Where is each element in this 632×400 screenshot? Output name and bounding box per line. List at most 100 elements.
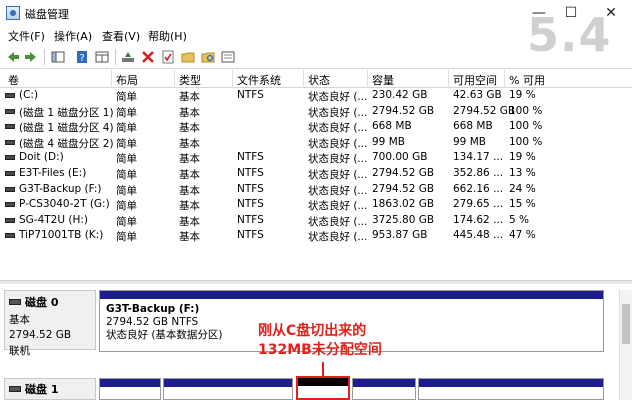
disk-1-partition[interactable] — [163, 378, 293, 400]
table-row[interactable]: SG-4T2U (H:) 简单 基本 NTFS 状态良好 (... 3725.8… — [0, 213, 632, 229]
column-header-layout[interactable]: 布局 — [116, 72, 138, 88]
column-divider[interactable] — [232, 70, 233, 88]
cell-volume: Doit (D:) — [19, 151, 64, 164]
volume-icon — [5, 139, 15, 145]
column-header-percent-free[interactable]: % 可用 — [509, 72, 545, 88]
settings-panel-icon[interactable] — [220, 49, 236, 65]
menu-file[interactable]: 文件(F) — [8, 28, 45, 44]
cell-percent-free: 5 % — [509, 213, 529, 226]
folder-icon[interactable] — [180, 49, 196, 65]
column-header-filesystem[interactable]: 文件系统 — [237, 72, 281, 88]
volume-icon — [5, 155, 15, 161]
list-view-icon[interactable] — [94, 49, 110, 65]
column-divider[interactable] — [303, 70, 304, 88]
column-divider[interactable] — [448, 70, 449, 88]
table-row[interactable]: (磁盘 4 磁盘分区 2) 简单 基本 状态良好 (... 99 MB 99 M… — [0, 135, 632, 151]
disk-1-label[interactable]: 磁盘 1 基本 — [4, 378, 96, 400]
table-row[interactable]: P-CS3040-2T (G:) 简单 基本 NTFS 状态良好 (... 18… — [0, 197, 632, 213]
menu-action[interactable]: 操作(A) — [54, 28, 92, 44]
table-row[interactable]: (C:) 简单 基本 NTFS 状态良好 (... 230.42 GB 42.6… — [0, 88, 632, 104]
cell-capacity: 700.00 GB — [372, 151, 428, 164]
cell-type: 基本 — [179, 122, 200, 135]
connect-drive-icon[interactable] — [120, 49, 136, 65]
column-divider[interactable] — [367, 70, 368, 88]
disk-1-partition[interactable] — [418, 378, 604, 400]
disk-0-type: 基本 — [9, 314, 30, 326]
cell-volume: SG-4T2U (H:) — [19, 213, 89, 226]
cell-status: 状态良好 (... — [308, 122, 368, 135]
column-divider[interactable] — [174, 70, 175, 88]
cell-type: 基本 — [179, 215, 200, 228]
table-row[interactable]: TiP71001TB (K:) 简单 基本 NTFS 状态良好 (... 953… — [0, 228, 632, 244]
column-header-free-space[interactable]: 可用空间 — [453, 72, 497, 88]
cell-layout: 简单 — [116, 153, 137, 166]
properties-icon[interactable]: ? — [74, 49, 90, 65]
volume-icon — [5, 93, 15, 98]
cell-layout: 简单 — [116, 169, 137, 181]
cell-layout: 简单 — [116, 106, 137, 119]
column-header-capacity[interactable]: 容量 — [372, 72, 394, 88]
cell-capacity: 953.87 GB — [372, 229, 428, 242]
cell-type: 基本 — [179, 91, 200, 103]
cell-type: 基本 — [179, 231, 200, 244]
volume-list: (C:) 简单 基本 NTFS 状态良好 (... 230.42 GB 42.6… — [0, 88, 632, 243]
table-row[interactable]: G3T-Backup (F:) 简单 基本 NTFS 状态良好 (... 279… — [0, 182, 632, 198]
disk-0-label[interactable]: 磁盘 0 基本 2794.52 GB 联机 — [4, 290, 96, 357]
column-header-volume[interactable]: 卷 — [8, 72, 19, 88]
window-title: 磁盘管理 — [25, 8, 69, 21]
cell-volume: (磁盘 4 磁盘分区 2) — [19, 137, 114, 150]
cell-free-space: 352.86 ... — [453, 167, 504, 179]
cell-volume: (磁盘 1 磁盘分区 1) — [19, 106, 114, 119]
cell-free-space: 279.65 ... — [453, 198, 504, 211]
cell-capacity: 2794.52 GB — [372, 104, 435, 117]
disk-1-partition[interactable] — [99, 378, 161, 400]
cell-layout: 简单 — [116, 231, 137, 244]
cell-percent-free: 13 % — [509, 167, 536, 179]
disk-management-icon — [6, 6, 20, 20]
cell-filesystem: NTFS — [237, 167, 264, 179]
cell-volume: (C:) — [19, 89, 39, 101]
table-row[interactable]: Doit (D:) 简单 基本 NTFS 状态良好 (... 700.00 GB… — [0, 150, 632, 166]
column-divider[interactable] — [504, 70, 505, 88]
table-row[interactable]: (磁盘 1 磁盘分区 4) 简单 基本 状态良好 (... 668 MB 668… — [0, 119, 632, 135]
volume-icon — [5, 186, 15, 192]
scrollbar-thumb[interactable] — [622, 304, 630, 344]
disk-1-name: 磁盘 1 — [25, 383, 59, 396]
cell-filesystem: NTFS — [237, 198, 264, 211]
cell-status: 状态良好 (... — [308, 106, 368, 119]
console-tree-icon[interactable] — [50, 49, 66, 65]
search-folder-icon[interactable] — [200, 49, 216, 65]
column-header-status[interactable]: 状态 — [308, 72, 330, 88]
cell-capacity: 2794.52 GB — [372, 182, 435, 195]
back-arrow-icon[interactable] — [5, 49, 21, 65]
volume-list-header: 卷 布局 类型 文件系统 状态 容量 可用空间 % 可用 — [0, 70, 632, 88]
cell-percent-free: 19 % — [509, 89, 536, 101]
table-row[interactable]: E3T-Files (E:) 简单 基本 NTFS 状态良好 (... 2794… — [0, 166, 632, 182]
menu-help[interactable]: 帮助(H) — [148, 28, 187, 44]
cell-layout: 简单 — [116, 91, 137, 103]
table-row[interactable]: (磁盘 1 磁盘分区 1) 简单 基本 状态良好 (... 2794.52 GB… — [0, 104, 632, 120]
disk-icon — [9, 386, 21, 392]
menu-view[interactable]: 查看(V) — [102, 28, 140, 44]
toolbar: ? — [0, 45, 632, 69]
vertical-scrollbar[interactable] — [619, 290, 632, 400]
cell-filesystem: NTFS — [237, 182, 264, 195]
column-divider[interactable] — [111, 70, 112, 88]
partition-color-bar — [353, 379, 415, 387]
volume-icon — [5, 217, 15, 223]
unallocated-space-highlight[interactable] — [296, 376, 350, 400]
check-icon[interactable] — [160, 49, 176, 65]
cell-volume: (磁盘 1 磁盘分区 4) — [19, 122, 114, 135]
partition-name: G3T-Backup (F:) — [106, 303, 200, 315]
forward-arrow-icon[interactable] — [23, 49, 39, 65]
cell-layout: 简单 — [116, 215, 137, 228]
disk-1-partition[interactable] — [352, 378, 416, 400]
cell-capacity: 668 MB — [372, 120, 412, 133]
column-header-type[interactable]: 类型 — [179, 72, 201, 88]
cell-filesystem: NTFS — [237, 229, 264, 242]
cell-status: 状态良好 (... — [308, 200, 368, 213]
delete-icon[interactable] — [140, 49, 156, 65]
cell-layout: 简单 — [116, 184, 137, 197]
cell-layout: 简单 — [116, 122, 137, 135]
cell-percent-free: 100 % — [509, 120, 543, 133]
